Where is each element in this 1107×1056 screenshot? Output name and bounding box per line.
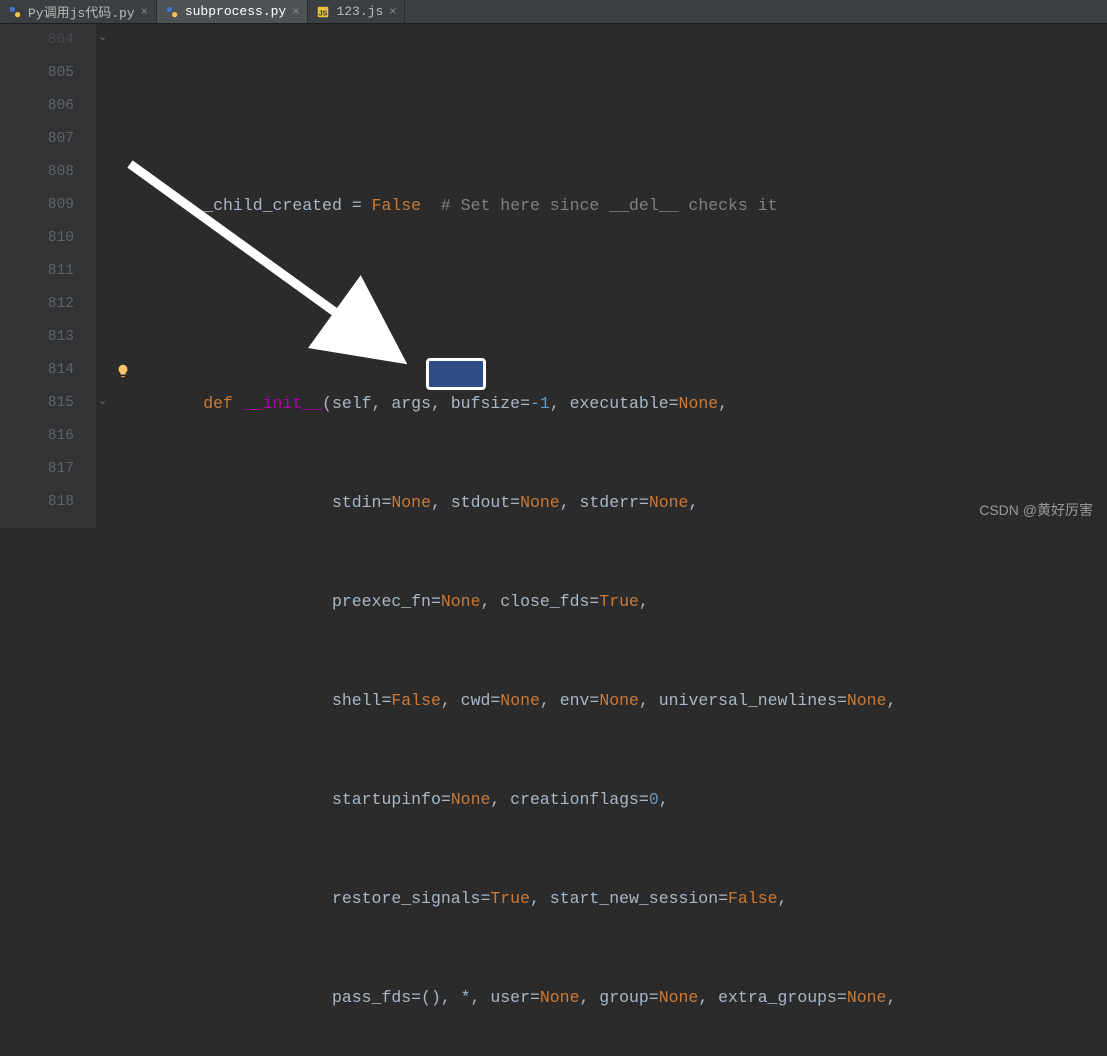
line-number: 814	[0, 354, 74, 387]
line-number: 809	[0, 189, 74, 222]
line-number: 817	[0, 453, 74, 486]
editor[interactable]: 804 805 806 807 808 809 810 811 812 813 …	[0, 24, 1107, 528]
code-area[interactable]: _child_created = False # Set here since …	[96, 24, 936, 528]
line-number: 810	[0, 222, 74, 255]
line-number: 818	[0, 486, 74, 519]
tab-file-2[interactable]: subprocess.py ×	[157, 0, 309, 23]
marker-column: ⌄ ⌄	[96, 24, 120, 528]
tab-file-3[interactable]: JS 123.js ×	[308, 0, 405, 23]
tab-bar: Py调用js代码.py × subprocess.py × JS 123.js …	[0, 0, 1107, 24]
code-line: _child_created = False # Set here since …	[124, 189, 936, 222]
line-number: 806	[0, 90, 74, 123]
tab-label: 123.js	[336, 4, 383, 19]
code-line: stdin=None, stdout=None, stderr=None,	[124, 486, 936, 519]
code-line: def __init__(self, args, bufsize=-1, exe…	[124, 387, 936, 420]
code-line: shell=False, cwd=None, env=None, univers…	[124, 684, 936, 717]
line-number: 805	[0, 57, 74, 90]
line-number: 815	[0, 387, 74, 420]
svg-text:JS: JS	[319, 10, 328, 17]
line-number: 812	[0, 288, 74, 321]
line-number: 816	[0, 420, 74, 453]
tab-file-1[interactable]: Py调用js代码.py ×	[0, 0, 157, 23]
python-file-icon	[165, 5, 179, 19]
python-file-icon	[8, 5, 22, 19]
line-number: 808	[0, 156, 74, 189]
close-icon[interactable]: ×	[141, 5, 148, 19]
fold-marker-icon[interactable]: ⌄	[98, 30, 110, 42]
tab-label: Py调用js代码.py	[28, 2, 135, 21]
js-file-icon: JS	[316, 5, 330, 19]
line-number: 807	[0, 123, 74, 156]
code-line	[124, 288, 936, 321]
fold-marker-icon[interactable]: ⌄	[98, 394, 110, 406]
line-number: 813	[0, 321, 74, 354]
code-line: startupinfo=None, creationflags=0,	[124, 783, 936, 816]
line-number-gutter: 804 805 806 807 808 809 810 811 812 813 …	[0, 24, 96, 528]
code-line: pass_fds=(), *, user=None, group=None, e…	[124, 981, 936, 1014]
tab-label: subprocess.py	[185, 4, 286, 19]
code-line: preexec_fn=None, close_fds=True,	[124, 585, 936, 618]
close-icon[interactable]: ×	[292, 5, 299, 19]
code-line: restore_signals=True, start_new_session=…	[124, 882, 936, 915]
watermark: CSDN @黄好厉害	[979, 500, 1093, 520]
line-number: 811	[0, 255, 74, 288]
intention-bulb-icon[interactable]	[116, 364, 130, 378]
code-line	[124, 90, 936, 123]
close-icon[interactable]: ×	[389, 5, 396, 19]
line-number: 804	[0, 24, 74, 57]
